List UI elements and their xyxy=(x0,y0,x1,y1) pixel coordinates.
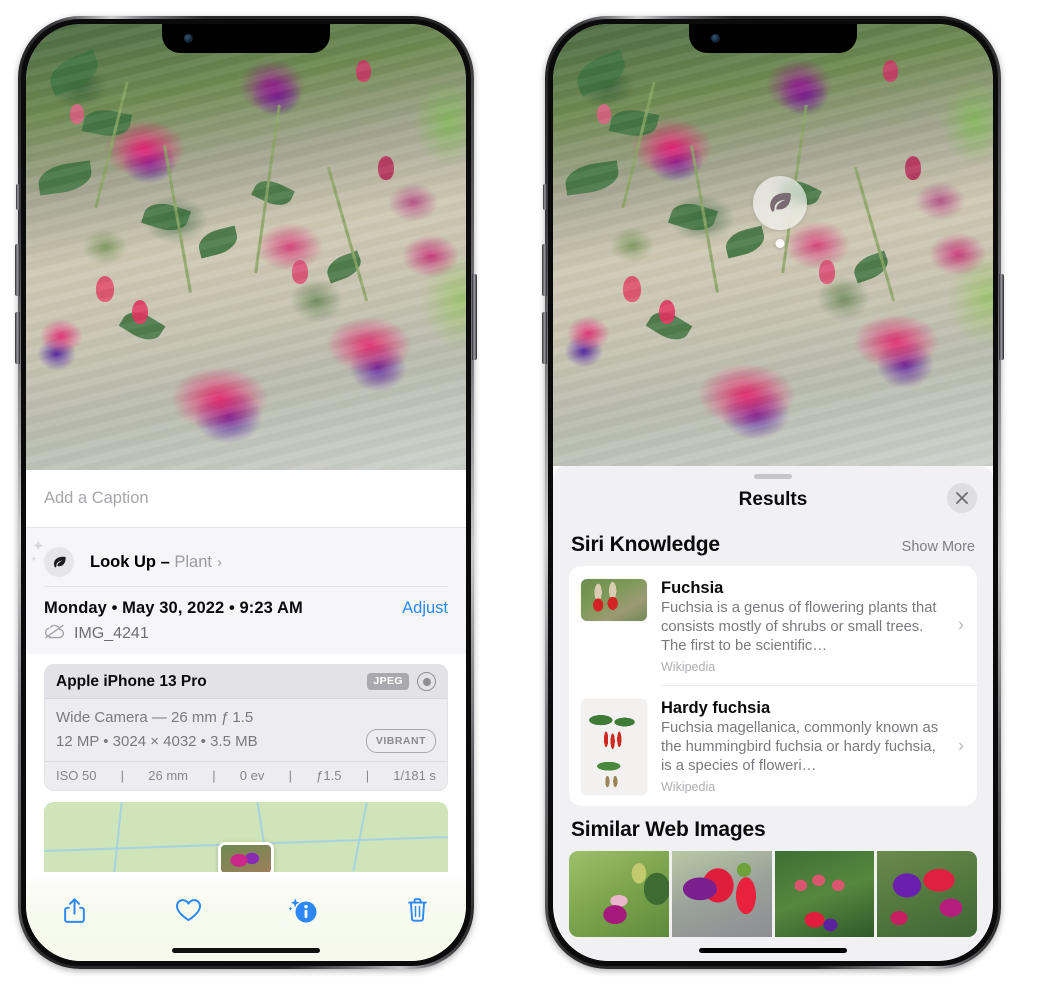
exif-stats-row: ISO 50 | 26 mm | 0 ev | ƒ1.5 | 1/181 s xyxy=(45,761,447,790)
stat-separator: | xyxy=(212,768,216,784)
chevron-right-icon: › xyxy=(958,735,964,756)
volume-down-button[interactable] xyxy=(15,312,20,364)
sparkle-icon: ✦ xyxy=(32,538,45,555)
trash-icon[interactable] xyxy=(396,890,440,930)
heart-icon[interactable] xyxy=(167,890,211,930)
volume-up-button[interactable] xyxy=(542,244,547,296)
lens-info: Wide Camera — 26 mm ƒ 1.5 xyxy=(56,709,254,726)
close-icon[interactable] xyxy=(947,483,977,513)
volume-down-button[interactable] xyxy=(542,312,547,364)
silent-switch[interactable] xyxy=(16,184,20,210)
silent-switch[interactable] xyxy=(543,184,547,210)
leaf-icon: ✦ ✦ xyxy=(30,539,74,577)
page-title: Results xyxy=(738,489,808,510)
front-camera-icon xyxy=(711,34,720,43)
web-image-thumb[interactable] xyxy=(774,850,875,937)
photo-viewer[interactable] xyxy=(26,24,466,470)
visual-lookup-leaf-badge[interactable] xyxy=(753,176,807,248)
similar-web-images-strip xyxy=(553,850,993,937)
results-header: Results xyxy=(553,479,993,521)
share-icon[interactable] xyxy=(52,890,96,930)
result-title: Fuchsia xyxy=(661,579,724,597)
list-item[interactable]: Fuchsia Fuchsia is a genus of flowering … xyxy=(569,566,977,685)
phone-left: Add a Caption ✦ ✦ Look Up – Plant › Mond… xyxy=(15,16,477,969)
lookup-block: ✦ ✦ Look Up – Plant › xyxy=(26,528,466,587)
section-title-siri-knowledge: Siri Knowledge xyxy=(571,533,720,556)
location-map[interactable] xyxy=(44,802,448,873)
exif-stat-shutter: 1/181 s xyxy=(393,768,436,784)
screen-right: Results Siri Knowledge Show More Fuchsia… xyxy=(553,24,993,961)
home-indicator[interactable] xyxy=(172,948,320,953)
exif-stat-focal: 26 mm xyxy=(148,768,188,784)
exif-stat-ev: 0 ev xyxy=(239,768,265,784)
look-up-label: Look Up – Plant › xyxy=(90,553,222,572)
screenshot-root: Add a Caption ✦ ✦ Look Up – Plant › Mond… xyxy=(0,0,1055,985)
exif-stat-iso: ISO 50 xyxy=(56,768,97,784)
power-button[interactable] xyxy=(472,274,477,360)
result-source: Wikipedia xyxy=(661,659,716,674)
result-description: Fuchsia magellanica, commonly known as t… xyxy=(661,719,939,774)
exif-card[interactable]: Apple iPhone 13 Pro JPEG Wide Camera — 2… xyxy=(44,664,448,792)
power-button[interactable] xyxy=(999,274,1004,360)
map-photo-pin[interactable] xyxy=(218,842,274,873)
fuchsia-thumbnail xyxy=(581,579,647,621)
photo-meta-block: Monday • May 30, 2022 • 9:23 AM Adjust I… xyxy=(26,587,466,654)
look-up-row[interactable]: ✦ ✦ Look Up – Plant › xyxy=(30,538,448,586)
siri-knowledge-header: Siri Knowledge Show More xyxy=(553,521,993,566)
phone-right: Results Siri Knowledge Show More Fuchsia… xyxy=(542,16,1004,969)
photo-filename: IMG_4241 xyxy=(74,625,149,642)
front-camera-icon xyxy=(184,34,193,43)
home-indicator[interactable] xyxy=(699,948,847,953)
look-up-subject: Plant xyxy=(174,552,212,571)
result-source: Wikipedia xyxy=(661,779,716,794)
chevron-right-icon: › xyxy=(958,614,964,635)
photographic-style-chip: VIBRANT xyxy=(365,729,436,754)
screen-left: Add a Caption ✦ ✦ Look Up – Plant › Mond… xyxy=(26,24,466,961)
format-chip: JPEG xyxy=(367,673,409,690)
show-more-button[interactable]: Show More xyxy=(902,539,975,555)
similar-web-images-header: Similar Web Images xyxy=(553,806,993,849)
aperture-icon xyxy=(417,672,436,691)
visual-lookup-results-sheet: Results Siri Knowledge Show More Fuchsia… xyxy=(553,466,993,961)
photo-viewer[interactable] xyxy=(553,24,993,466)
volume-up-button[interactable] xyxy=(15,244,20,296)
result-title: Hardy fuchsia xyxy=(661,698,771,717)
adjust-button[interactable]: Adjust xyxy=(402,599,448,618)
siri-knowledge-card: Fuchsia Fuchsia is a genus of flowering … xyxy=(569,566,977,806)
list-item[interactable]: Hardy fuchsia Fuchsia magellanica, commo… xyxy=(569,686,977,806)
look-up-prefix: Look Up – xyxy=(90,552,175,571)
stat-separator: | xyxy=(365,768,370,784)
image-size-info: 12 MP • 3024 × 4032 • 3.5 MB xyxy=(56,732,258,750)
caption-placeholder: Add a Caption xyxy=(44,489,149,507)
web-image-thumb[interactable] xyxy=(877,850,977,937)
result-description: Fuchsia is a genus of flowering plants t… xyxy=(661,600,937,654)
hardy-fuchsia-thumbnail xyxy=(581,698,647,795)
chevron-right-icon: › xyxy=(216,553,222,571)
web-image-thumb[interactable] xyxy=(671,850,772,937)
badge-anchor-dot xyxy=(775,239,785,248)
phone-bezel: Add a Caption ✦ ✦ Look Up – Plant › Mond… xyxy=(26,24,466,961)
exif-header: Apple iPhone 13 Pro JPEG xyxy=(45,665,447,699)
photo-date: Monday • May 30, 2022 • 9:23 AM xyxy=(44,599,303,617)
stat-separator: | xyxy=(288,768,292,784)
camera-model: Apple iPhone 13 Pro xyxy=(56,672,207,690)
notch xyxy=(162,24,330,53)
exif-body: Wide Camera — 26 mm ƒ 1.5 12 MP • 3024 ×… xyxy=(45,699,447,761)
info-sparkle-icon[interactable] xyxy=(281,890,325,930)
icloud-slash-icon xyxy=(44,624,65,644)
photo-info-sheet: Add a Caption ✦ ✦ Look Up – Plant › Mond… xyxy=(26,470,466,961)
exif-stat-aperture: ƒ1.5 xyxy=(316,768,342,784)
notch xyxy=(689,24,857,53)
web-image-thumb[interactable] xyxy=(569,850,669,937)
section-title-similar-web-images: Similar Web Images xyxy=(571,817,766,841)
caption-field[interactable]: Add a Caption xyxy=(26,470,466,528)
phone-bezel: Results Siri Knowledge Show More Fuchsia… xyxy=(553,24,993,961)
stat-separator: | xyxy=(120,768,125,784)
sparkle-small-icon: ✦ xyxy=(30,554,38,564)
